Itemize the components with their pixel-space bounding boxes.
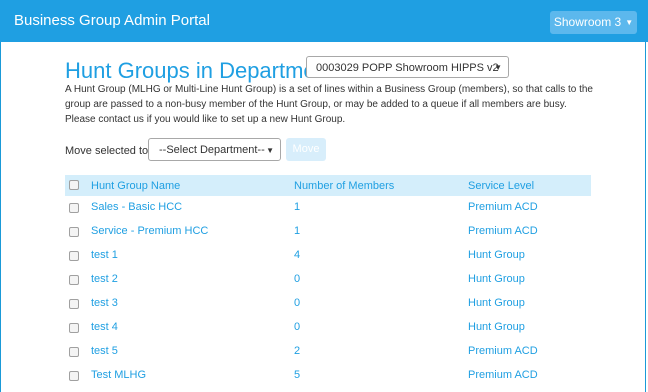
hunt-group-name-link[interactable]: Sales - Basic HCC — [91, 201, 182, 213]
row-checkbox[interactable] — [69, 227, 79, 237]
hunt-group-name-link[interactable]: test 1 — [91, 249, 118, 261]
service-level-link[interactable]: Premium ACD — [468, 345, 538, 357]
select-all-checkbox[interactable] — [69, 180, 79, 190]
hunt-group-name-link[interactable]: Test MLHG — [91, 369, 146, 381]
member-count-link[interactable]: 2 — [294, 345, 300, 357]
row-checkbox[interactable] — [69, 251, 79, 261]
hunt-group-name-link[interactable]: Service - Premium HCC — [91, 225, 208, 237]
table-row: test 4 0 Hunt Group — [65, 316, 591, 340]
service-level-link[interactable]: Hunt Group — [468, 273, 525, 285]
showroom-dropdown-button[interactable]: Showroom 3 ▼ — [550, 11, 637, 34]
move-department-select[interactable]: --Select Department-- ▼ — [148, 138, 281, 161]
caret-down-icon: ▼ — [494, 63, 502, 72]
caret-down-icon: ▼ — [266, 146, 274, 155]
navbar: Business Group Admin Portal Showroom 3 ▼ — [0, 0, 648, 42]
table-row: test 1 4 Hunt Group — [65, 244, 591, 268]
caret-down-icon: ▼ — [625, 18, 634, 27]
column-header-service-level[interactable]: Service Level — [468, 180, 534, 192]
member-count-link[interactable]: 5 — [294, 369, 300, 381]
brand-title[interactable]: Business Group Admin Portal — [14, 12, 210, 29]
hunt-group-name-link[interactable]: test 3 — [91, 297, 118, 309]
table-row: test 2 0 Hunt Group — [65, 268, 591, 292]
table-row: Service - Premium HCC 1 Premium ACD — [65, 220, 591, 244]
page-description: A Hunt Group (MLHG or Multi-Line Hunt Gr… — [65, 84, 593, 125]
service-level-link[interactable]: Hunt Group — [468, 249, 525, 261]
member-count-link[interactable]: 0 — [294, 273, 300, 285]
table-row: Test MLHG 5 Premium ACD — [65, 364, 591, 388]
service-level-link[interactable]: Premium ACD — [468, 369, 538, 381]
table-row: test 3 0 Hunt Group — [65, 292, 591, 316]
member-count-link[interactable]: 4 — [294, 249, 300, 261]
hunt-group-table: Hunt Group Name Number of Members Servic… — [65, 175, 591, 388]
table-row: test 5 2 Premium ACD — [65, 340, 591, 364]
row-checkbox[interactable] — [69, 371, 79, 381]
move-label: Move selected to: — [65, 145, 152, 157]
column-header-name[interactable]: Hunt Group Name — [91, 180, 180, 192]
row-checkbox[interactable] — [69, 299, 79, 309]
move-button[interactable]: Move — [286, 138, 326, 161]
member-count-link[interactable]: 1 — [294, 225, 300, 237]
service-level-link[interactable]: Hunt Group — [468, 297, 525, 309]
hunt-group-name-link[interactable]: test 5 — [91, 345, 118, 357]
hunt-group-name-link[interactable]: test 4 — [91, 321, 118, 333]
hunt-group-name-link[interactable]: test 2 — [91, 273, 118, 285]
row-checkbox[interactable] — [69, 275, 79, 285]
row-checkbox[interactable] — [69, 347, 79, 357]
row-checkbox[interactable] — [69, 323, 79, 333]
move-select-value: --Select Department-- — [159, 144, 265, 156]
table-header-row: Hunt Group Name Number of Members Servic… — [65, 175, 591, 196]
column-header-members[interactable]: Number of Members — [294, 180, 394, 192]
member-count-link[interactable]: 0 — [294, 297, 300, 309]
table-body: Sales - Basic HCC 1 Premium ACD Service - P… — [65, 196, 591, 388]
department-select[interactable]: 0003029 POPP Showroom HIPPS v2 ▼ — [306, 56, 509, 78]
service-level-link[interactable]: Premium ACD — [468, 225, 538, 237]
page-title: Hunt Groups in Department: — [65, 58, 341, 83]
service-level-link[interactable]: Premium ACD — [468, 201, 538, 213]
member-count-link[interactable]: 0 — [294, 321, 300, 333]
showroom-label: Showroom 3 — [553, 15, 622, 29]
department-select-value: 0003029 POPP Showroom HIPPS v2 — [316, 62, 499, 74]
service-level-link[interactable]: Hunt Group — [468, 321, 525, 333]
member-count-link[interactable]: 1 — [294, 201, 300, 213]
table-row: Sales - Basic HCC 1 Premium ACD — [65, 196, 591, 220]
row-checkbox[interactable] — [69, 203, 79, 213]
